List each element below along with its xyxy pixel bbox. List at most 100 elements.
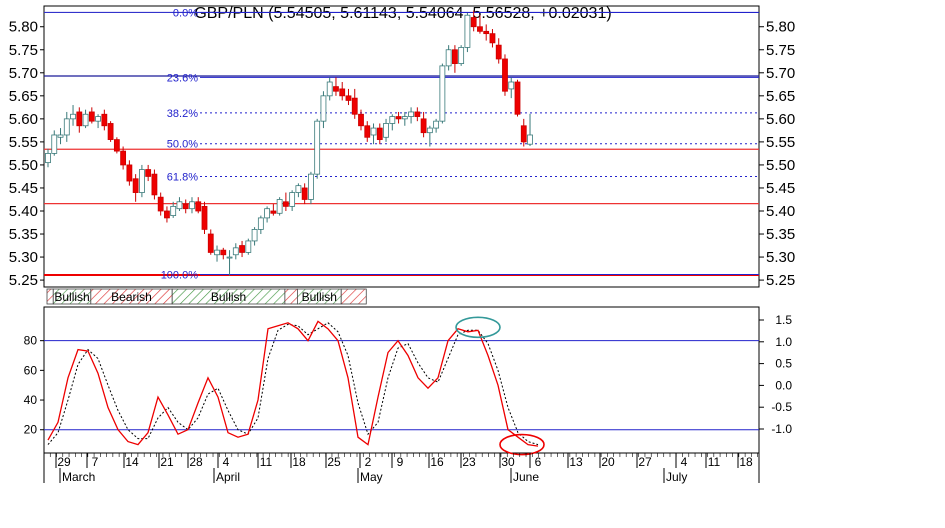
candle-body-up (214, 249, 220, 256)
candle (113, 137, 120, 154)
candle (408, 107, 414, 124)
candle-body-up (257, 217, 264, 230)
candle-body-down (520, 125, 527, 143)
candle-body-up (426, 127, 433, 134)
candle-body-up (63, 118, 70, 136)
candle-body-down (107, 123, 114, 140)
candle-body-up (408, 111, 414, 117)
price-tick-label-left: 5.75 (9, 42, 38, 59)
candle-body-up (232, 247, 239, 256)
price-tick-label-right: 5.35 (766, 226, 795, 243)
day-label: 29 (57, 455, 71, 469)
candle-body-down (376, 127, 383, 140)
candle (301, 183, 308, 205)
candle-body-up (370, 127, 377, 136)
candle-body-down (414, 111, 421, 117)
fibonacci-label: 38.2% (167, 108, 198, 120)
fibonacci-label: 23.6% (167, 72, 198, 84)
candle (264, 206, 271, 223)
day-label: 18 (292, 455, 306, 469)
candle (433, 118, 440, 133)
candle-body-up (314, 120, 321, 175)
candle-body-down (301, 187, 308, 200)
price-tick-label-left: 5.55 (9, 134, 38, 151)
candle-body-down (145, 169, 152, 177)
candle-body-down (470, 17, 477, 28)
candle-body-up (458, 47, 465, 64)
candle (358, 109, 364, 131)
osc-tick-label-right: 0.5 (775, 357, 792, 371)
signal-label: Bullish (302, 290, 337, 304)
candle (107, 121, 114, 142)
price-tick-label-right: 5.60 (766, 111, 795, 128)
candle (45, 148, 51, 168)
candle (495, 38, 502, 64)
candle-body-up (439, 65, 446, 122)
price-right-axis: 5.80 5.75 5.70 5.65 5.60 5.55 5.50 5.45 5.40 5.35… (759, 19, 795, 289)
osc-tick-label-left: 80 (24, 334, 38, 348)
osc-tick-label-right: 1.0 (775, 335, 792, 349)
price-left-axis: 5.80 5.75 5.70 5.65 5.60 5.55 5.50 5.45 5.40 5.35… (9, 19, 44, 289)
candle (502, 54, 508, 96)
candle (458, 45, 465, 66)
time-axis: 29 7 14 21 28 4 11 18 25 2 9 16 23 30 6 13 20 27 4 11 18Marc… (43, 453, 760, 484)
candle (95, 114, 101, 129)
candle-body-up (276, 199, 283, 214)
day-label: 2 (365, 455, 372, 469)
price-tick-label-left: 5.65 (9, 88, 38, 105)
candle-body-down (239, 245, 245, 253)
candle-body-down (120, 150, 127, 166)
price-tick-label-right: 5.80 (766, 19, 795, 36)
candle-body-up (176, 201, 183, 210)
candle (395, 111, 402, 124)
candle-body-down (282, 201, 289, 207)
price-tick-label-left: 5.25 (9, 272, 38, 289)
candle (333, 77, 339, 96)
price-tick-label-right: 5.65 (766, 88, 795, 105)
candle (76, 107, 83, 133)
chart-title: GBP/PLN (5.54505, 5.61143, 5.54064, 5.56… (194, 5, 611, 22)
candle (132, 174, 139, 202)
candle (88, 107, 95, 124)
bearish-segment (340, 288, 367, 305)
candle (414, 107, 421, 122)
candle (508, 77, 515, 99)
candle (376, 123, 383, 145)
bearish-segment (284, 288, 298, 305)
signal-label: Bullish (211, 290, 246, 304)
candle (126, 160, 133, 186)
osc-tick-label-right: 1.5 (775, 313, 792, 327)
day-label: 21 (160, 455, 174, 469)
price-tick-label-left: 5.40 (9, 203, 38, 220)
candle-body-down (495, 44, 502, 60)
price-tick-label-left: 5.30 (9, 249, 38, 266)
candle (207, 229, 214, 255)
candle (351, 88, 358, 119)
candle-body-up (82, 113, 89, 127)
price-tick-label-left: 5.50 (9, 157, 38, 174)
candle (182, 199, 189, 214)
candle-body-down (201, 205, 208, 230)
candle (364, 121, 371, 142)
candle-body-down (182, 203, 189, 210)
candle (138, 164, 145, 198)
candle-body-down (113, 139, 120, 152)
candle (489, 29, 496, 48)
fibonacci-label: 100.0% (161, 270, 199, 282)
oscillator-right-axis: 1.5 1.0 0.5 0.0 -0.5 -1.0 (759, 313, 792, 436)
price-tick-label-right: 5.30 (766, 249, 795, 266)
candle-body-up (251, 229, 258, 242)
candle-body-down (451, 49, 458, 64)
candle (201, 201, 208, 235)
price-tick-label-right: 5.75 (766, 42, 795, 59)
candle (220, 247, 227, 260)
candle-body-down (126, 164, 133, 182)
candle (289, 190, 296, 211)
day-label: 13 (569, 455, 583, 469)
candle-body-down (270, 210, 277, 214)
month-label: July (666, 470, 687, 484)
day-label: 4 (681, 455, 688, 469)
fibonacci-label: 50.0% (167, 139, 198, 151)
osc-tick-label-left: 60 (24, 363, 38, 377)
month-label: June (513, 470, 539, 484)
